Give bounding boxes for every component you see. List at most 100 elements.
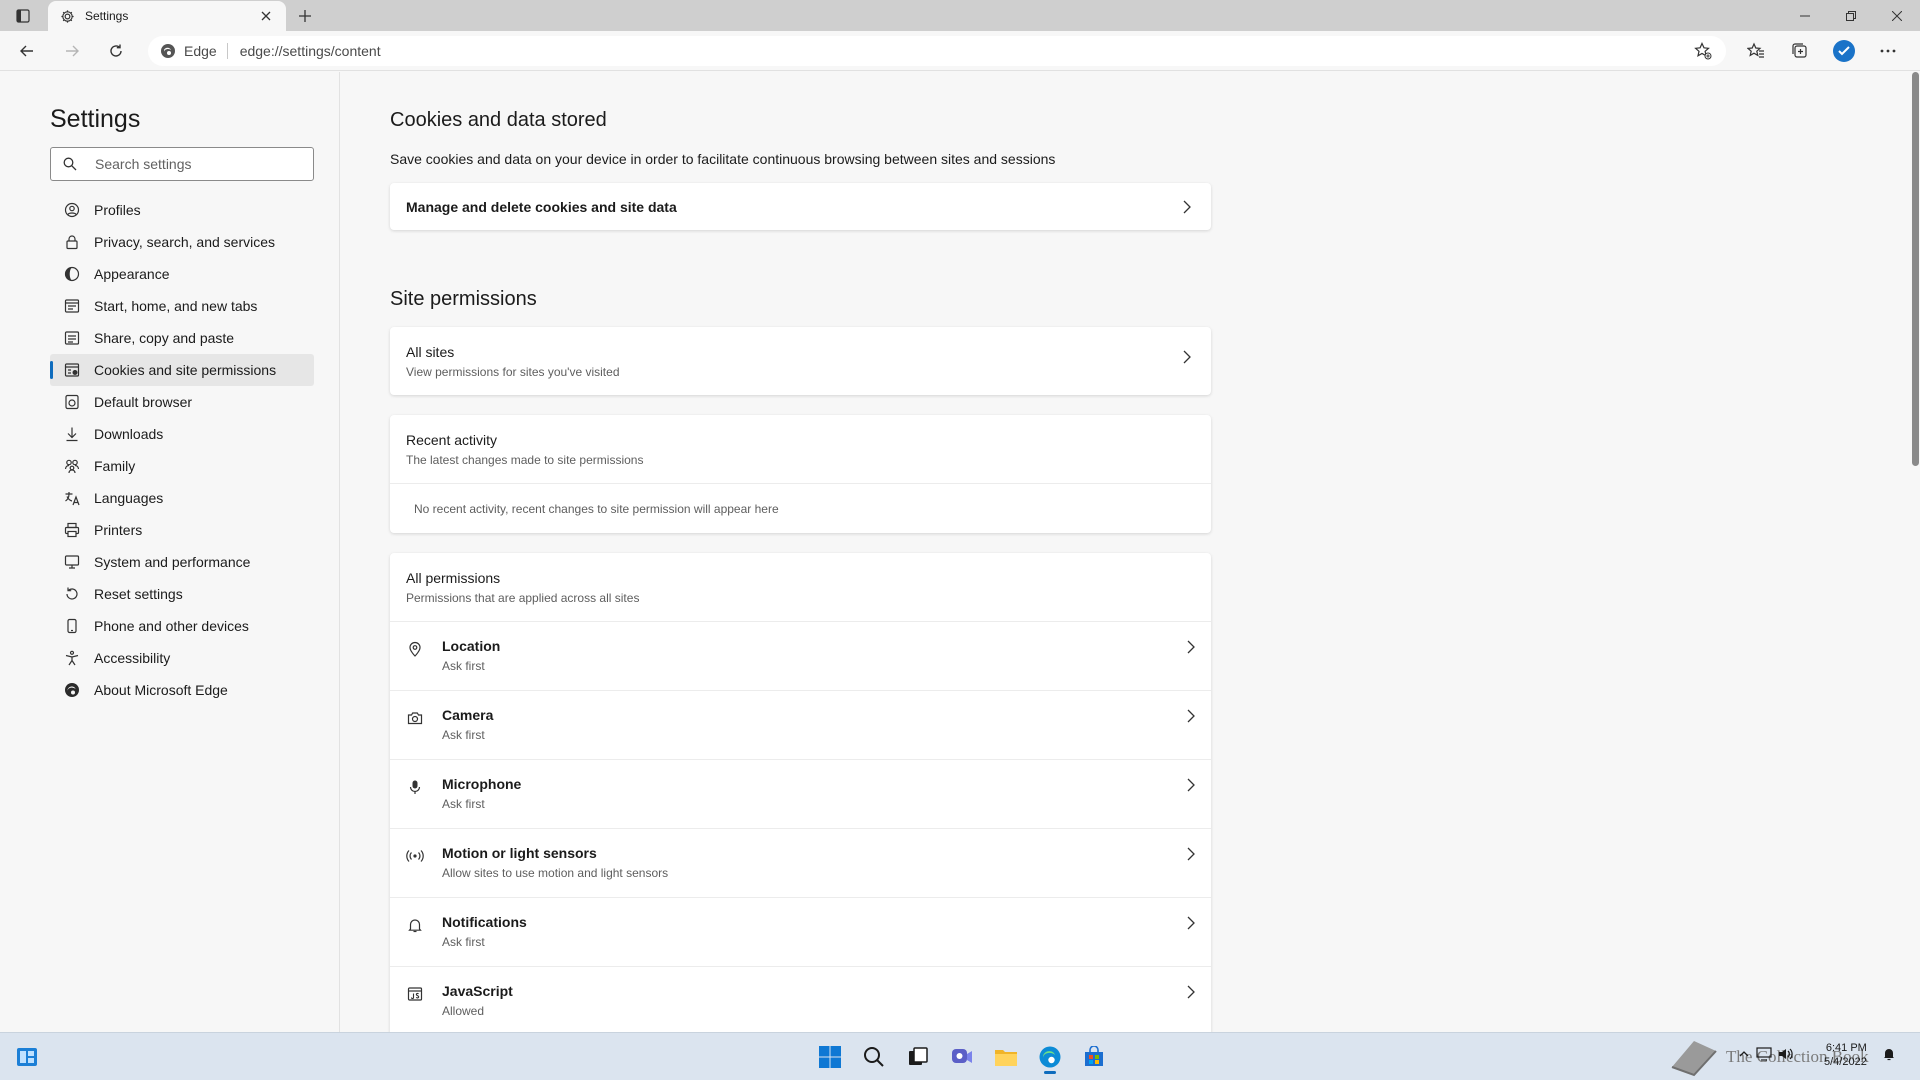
all-sites-card[interactable]: All sites View permissions for sites you… <box>390 327 1211 395</box>
cookies-section-description: Save cookies and data on your device in … <box>390 151 1056 167</box>
close-tab-icon[interactable] <box>256 6 276 26</box>
sidebar-item-family[interactable]: Family <box>50 450 314 482</box>
start-icon <box>64 298 80 314</box>
chevron-up-icon[interactable] <box>1738 1047 1750 1066</box>
sidebar-item-languages[interactable]: Languages <box>50 482 314 514</box>
permission-status: Allowed <box>442 1004 485 1018</box>
collections-icon <box>1792 43 1807 58</box>
url-text[interactable]: edge://settings/content <box>240 43 1688 59</box>
sidebar-item-system[interactable]: System and performance <box>50 546 314 578</box>
minimize-icon <box>1800 15 1810 16</box>
permission-row-notifications[interactable]: Notifications Ask first <box>390 897 1211 966</box>
clock-date: 5/4/2022 <box>1824 1056 1867 1068</box>
permission-row-javascript[interactable]: JavaScript Allowed <box>390 966 1211 1032</box>
refresh-button[interactable] <box>101 37 131 65</box>
permission-status: Ask first <box>442 659 485 673</box>
sidebar-item-label: Downloads <box>94 426 164 442</box>
folder-icon <box>995 1050 1017 1066</box>
sidebar-item-appearance[interactable]: Appearance <box>50 258 314 290</box>
chevron-right-icon <box>1179 199 1195 215</box>
all-permissions-subtitle: Permissions that are applied across all … <box>406 590 640 605</box>
sidebar-item-about[interactable]: About Microsoft Edge <box>50 674 314 706</box>
sensors-icon <box>406 847 424 865</box>
search-icon <box>63 156 79 172</box>
permission-row-location[interactable]: Location Ask first <box>390 621 1211 690</box>
chevron-right-icon <box>1187 916 1195 935</box>
network-icon[interactable] <box>1756 1047 1772 1066</box>
volume-icon[interactable] <box>1778 1047 1794 1066</box>
sidebar-item-start[interactable]: Start, home, and new tabs <box>50 290 314 322</box>
permission-status: Ask first <box>442 797 485 811</box>
cookies-icon <box>64 362 80 378</box>
forward-button[interactable] <box>57 37 87 65</box>
collections-button[interactable] <box>1778 36 1822 66</box>
tab-actions-button[interactable] <box>8 4 38 28</box>
all-sites-row[interactable]: All sites View permissions for sites you… <box>390 327 1211 395</box>
ellipsis-icon <box>1880 49 1896 53</box>
notification-bell-icon[interactable] <box>1882 1047 1898 1063</box>
tab-settings[interactable]: Settings <box>48 1 286 31</box>
sidebar-item-reset[interactable]: Reset settings <box>50 578 314 610</box>
sidebar-item-accessibility[interactable]: Accessibility <box>50 642 314 674</box>
lock-icon <box>64 234 80 250</box>
sidebar-item-phone[interactable]: Phone and other devices <box>50 610 314 642</box>
address-bar[interactable]: Edge edge://settings/content <box>148 36 1726 66</box>
store-button[interactable] <box>1074 1039 1114 1075</box>
close-window-button[interactable] <box>1874 0 1920 31</box>
task-view-button[interactable] <box>898 1039 938 1075</box>
file-explorer-button[interactable] <box>986 1039 1026 1075</box>
manage-cookies-row[interactable]: Manage and delete cookies and site data <box>390 183 1211 230</box>
sidebar-item-cookies[interactable]: Cookies and site permissions <box>50 354 314 386</box>
manage-cookies-card[interactable]: Manage and delete cookies and site data <box>390 183 1211 230</box>
back-button[interactable] <box>12 37 42 65</box>
start-button[interactable] <box>810 1039 850 1075</box>
tab-actions-icon <box>16 9 30 23</box>
share-icon <box>64 330 80 346</box>
sidebar-item-label: Accessibility <box>94 650 171 666</box>
permission-row-microphone[interactable]: Microphone Ask first <box>390 759 1211 828</box>
search-box[interactable] <box>50 147 314 181</box>
sidebar-nav: Profiles Privacy, search, and services A… <box>50 194 314 706</box>
chevron-right-icon <box>1187 985 1195 1004</box>
edge-taskbar-button[interactable] <box>1030 1039 1070 1075</box>
permission-row-motion-sensors[interactable]: Motion or light sensors Allow sites to us… <box>390 828 1211 897</box>
new-tab-button[interactable] <box>292 4 318 28</box>
content-scrollbar[interactable] <box>1911 72 1920 1032</box>
permission-title: Motion or light sensors <box>442 845 597 861</box>
restore-button[interactable] <box>1828 0 1874 31</box>
search-input[interactable] <box>95 156 295 172</box>
favorites-icon <box>1747 42 1764 58</box>
sidebar-item-share[interactable]: Share, copy and paste <box>50 322 314 354</box>
add-favorite-button[interactable] <box>1688 38 1718 64</box>
sidebar-item-label: Phone and other devices <box>94 618 249 634</box>
omnibox-brand: Edge <box>184 43 228 59</box>
settings-content: Cookies and data stored Save cookies and… <box>341 72 1911 1032</box>
scrollbar-thumb[interactable] <box>1912 72 1919 466</box>
teams-chat-button[interactable] <box>942 1039 982 1075</box>
sidebar-item-default-browser[interactable]: Default browser <box>50 386 314 418</box>
taskbar-search-button[interactable] <box>854 1039 894 1075</box>
sidebar-item-privacy[interactable]: Privacy, search, and services <box>50 226 314 258</box>
manage-cookies-label: Manage and delete cookies and site data <box>406 198 677 215</box>
minimize-button[interactable] <box>1782 0 1828 31</box>
sidebar-item-downloads[interactable]: Downloads <box>50 418 314 450</box>
clock-time: 6:41 PM <box>1825 1042 1867 1054</box>
book-icon <box>1671 1041 1717 1077</box>
profile-button[interactable] <box>1822 36 1866 66</box>
system-clock[interactable]: 6:41 PM 5/4/2022 <box>1824 1041 1867 1069</box>
chevron-right-icon <box>1179 349 1195 365</box>
sidebar-item-profiles[interactable]: Profiles <box>50 194 314 226</box>
accessibility-icon <box>64 650 80 666</box>
favorites-button[interactable] <box>1734 36 1778 66</box>
more-menu-button[interactable] <box>1866 36 1910 66</box>
permission-title: JavaScript <box>442 983 513 999</box>
sidebar-item-printers[interactable]: Printers <box>50 514 314 546</box>
permission-row-camera[interactable]: Camera Ask first <box>390 690 1211 759</box>
javascript-icon <box>406 985 424 1003</box>
widgets-button[interactable] <box>14 1045 40 1069</box>
back-arrow-icon <box>20 45 33 57</box>
forward-arrow-icon <box>66 45 79 57</box>
system-icon <box>64 554 80 570</box>
recent-activity-subtitle: The latest changes made to site permissi… <box>406 452 644 467</box>
all-permissions-card: All permissions Permissions that are app… <box>390 553 1211 1032</box>
